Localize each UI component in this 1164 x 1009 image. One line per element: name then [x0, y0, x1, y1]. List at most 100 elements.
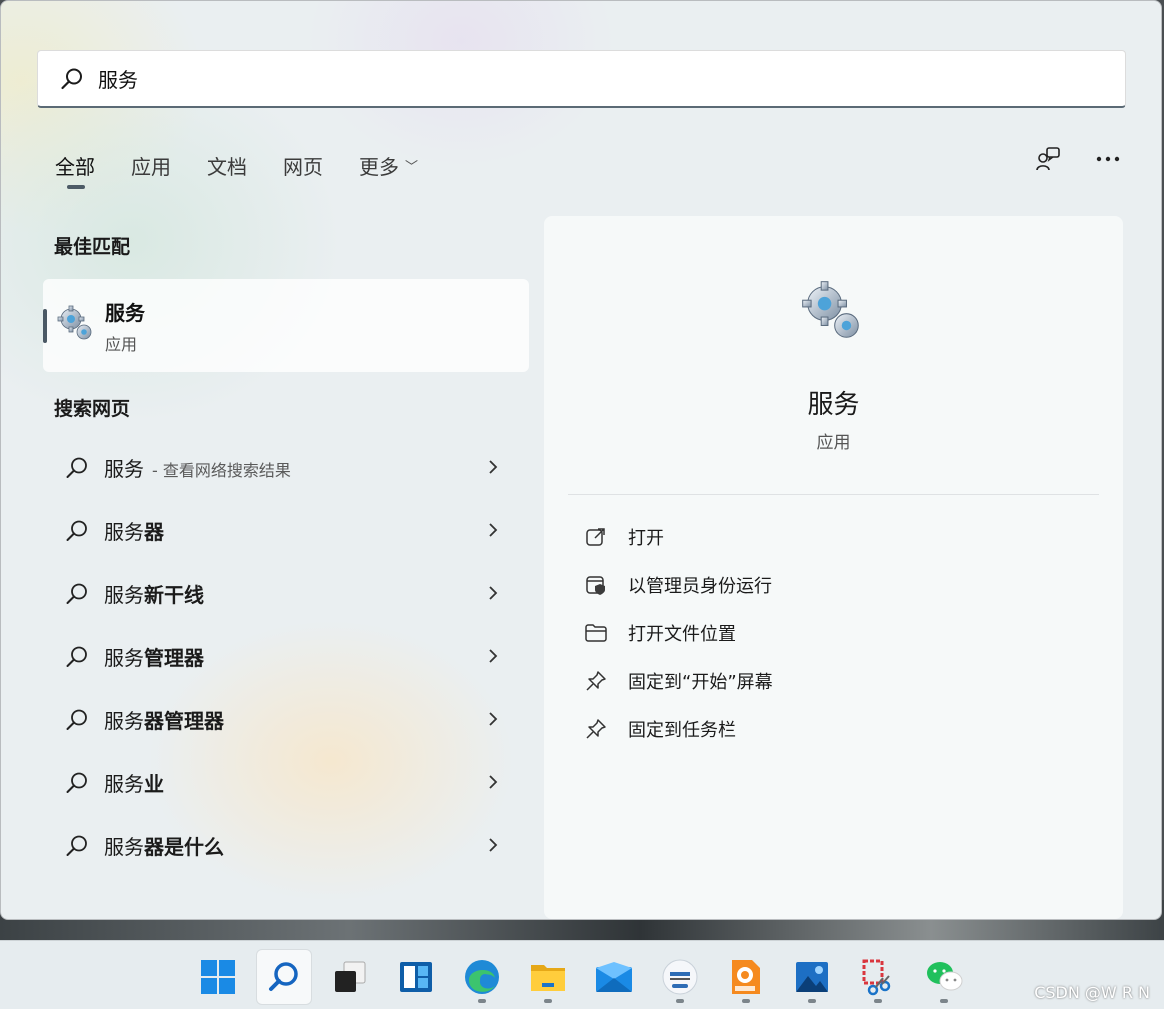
action-label: 固定到任务栏: [628, 720, 736, 741]
taskbar-mail-button[interactable]: [586, 949, 642, 1005]
feedback-button[interactable]: [1033, 143, 1063, 175]
search-icon: [66, 457, 87, 478]
list-item[interactable]: 服务器是什么: [43, 814, 529, 877]
action-label: 固定到“开始”屏幕: [628, 672, 773, 693]
list-item[interactable]: 服务器: [43, 499, 529, 562]
taskbar-wechat-button[interactable]: [916, 949, 972, 1005]
start-icon: [201, 960, 235, 994]
chevron-right-icon: [489, 586, 498, 600]
tab-apps[interactable]: 应用: [131, 147, 171, 183]
widgets-icon: [400, 962, 432, 992]
taskbar-school-app-button[interactable]: [652, 949, 708, 1005]
chevron-down-icon: ﹀: [405, 159, 419, 175]
taskbar-start-button[interactable]: [190, 949, 246, 1005]
web-search-list: 服务- 查看网络搜索结果 服务器 服务新干线 服务管理器 服务器管理器 服务业: [43, 436, 529, 877]
tab-label: 应用: [131, 154, 171, 179]
detail-pane: 服务 应用 打开 以管理员身份运行 打开文件位置 固定到“开始”屏幕 固定到任务…: [544, 216, 1123, 919]
query-suffix: 业: [144, 772, 164, 796]
tab-documents[interactable]: 文档: [207, 147, 247, 183]
running-indicator: [742, 999, 750, 1003]
list-item[interactable]: 服务业: [43, 751, 529, 814]
more-options-button[interactable]: [1093, 143, 1123, 175]
school-app-icon: [662, 959, 698, 995]
list-item-text: 服务器管理器: [104, 705, 224, 734]
list-item[interactable]: 服务 - 查看网络搜索结果: [43, 436, 529, 499]
pin-to-start-action[interactable]: 固定到“开始”屏幕: [584, 657, 773, 705]
query-suffix: 器是什么: [144, 835, 224, 859]
list-item[interactable]: 服务管理器: [43, 625, 529, 688]
taskbar: [0, 940, 1164, 1009]
open-action[interactable]: 打开: [584, 513, 773, 561]
taskbar-edge-button[interactable]: [454, 949, 510, 1005]
open-external-icon: [586, 528, 605, 546]
list-item-text: 服务器是什么: [104, 831, 224, 860]
tab-web[interactable]: 网页: [283, 147, 323, 183]
query-hint: - 查看网络搜索结果: [152, 461, 291, 480]
taskbar-widgets-button[interactable]: [388, 949, 444, 1005]
folder-icon: [585, 624, 607, 642]
chevron-right-icon: [489, 523, 498, 537]
list-item-text: 服务新干线: [104, 579, 204, 608]
search-icon: [66, 583, 87, 604]
query-prefix: 服务: [104, 835, 144, 859]
chevron-right-icon: [489, 838, 498, 852]
chevron-right-icon: [489, 712, 498, 726]
snipping-tool-icon: [862, 959, 891, 996]
edge-icon: [465, 960, 499, 994]
query-suffix: 新干线: [144, 583, 204, 607]
search-icon: [66, 772, 87, 793]
taskbar-file-explorer-button[interactable]: [520, 949, 576, 1005]
tab-label: 网页: [283, 154, 323, 179]
best-match-name: 服务: [105, 301, 145, 325]
pin-to-taskbar-action[interactable]: 固定到任务栏: [584, 705, 773, 753]
list-item[interactable]: 服务器管理器: [43, 688, 529, 751]
top-right-toolbar: [1033, 143, 1123, 175]
taskbar-photos-button[interactable]: [784, 949, 840, 1005]
taskbar-snipping-tool-button[interactable]: [850, 949, 906, 1005]
best-match-card[interactable]: 服务 应用: [43, 279, 529, 372]
pdf-reader-icon: [732, 960, 760, 994]
search-icon: [66, 520, 87, 541]
running-indicator: [940, 999, 948, 1003]
tab-label: 更多: [359, 154, 399, 179]
query-suffix: 器管理器: [144, 709, 224, 733]
taskbar-task-view-button[interactable]: [322, 949, 378, 1005]
query-prefix: 服务: [104, 583, 144, 607]
web-search-heading: 搜索网页: [54, 398, 131, 420]
running-indicator: [874, 999, 882, 1003]
run-as-admin-action[interactable]: 以管理员身份运行: [584, 561, 773, 609]
file-explorer-icon: [531, 965, 565, 991]
taskbar-search-button[interactable]: [256, 949, 312, 1005]
watermark: CSDN @W R N: [1034, 983, 1150, 1002]
chevron-right-icon: [489, 775, 498, 789]
tab-label: 全部: [55, 154, 95, 179]
wechat-icon: [927, 962, 963, 991]
filter-tabs: 全部 应用 文档 网页 更多 ﹀: [55, 147, 454, 189]
search-input[interactable]: [98, 66, 998, 91]
list-item[interactable]: 服务新干线: [43, 562, 529, 625]
feedback-icon: [1036, 147, 1060, 171]
open-file-location-action[interactable]: 打开文件位置: [584, 609, 773, 657]
tab-more[interactable]: 更多 ﹀: [359, 147, 418, 183]
search-icon: [269, 962, 298, 991]
action-label: 以管理员身份运行: [628, 576, 772, 597]
search-box[interactable]: [37, 50, 1126, 108]
taskbar-pdf-reader-button[interactable]: [718, 949, 774, 1005]
running-indicator: [544, 999, 552, 1003]
search-icon: [66, 835, 87, 856]
action-label: 打开: [628, 528, 664, 549]
list-item-text: 服务业: [104, 768, 164, 797]
search-icon: [66, 709, 87, 730]
chevron-right-icon: [489, 460, 498, 474]
mail-icon: [596, 962, 632, 992]
running-indicator: [478, 999, 486, 1003]
selection-indicator: [43, 309, 47, 343]
tab-all[interactable]: 全部: [55, 147, 95, 189]
action-label: 打开文件位置: [628, 624, 736, 645]
list-item-text: 服务管理器: [104, 642, 204, 671]
detail-app-name: 服务: [807, 390, 860, 420]
task-view-icon: [335, 961, 366, 992]
services-gear-icon: [802, 281, 859, 338]
chevron-right-icon: [489, 649, 498, 663]
search-panel: 全部 应用 文档 网页 更多 ﹀ 最佳匹配: [0, 0, 1162, 920]
